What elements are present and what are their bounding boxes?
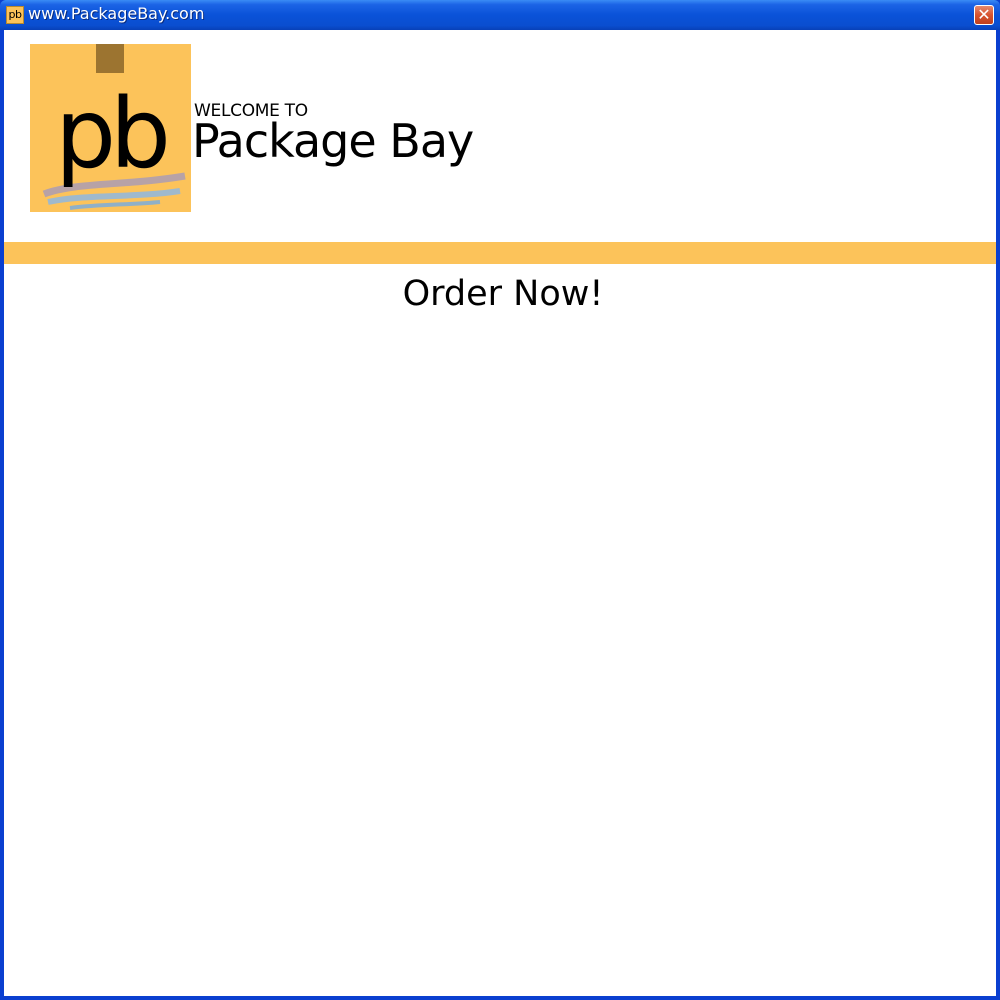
package-bay-logo: pb (30, 44, 191, 212)
close-button[interactable]: ✕ (974, 5, 994, 25)
app-icon: pb (6, 6, 24, 24)
client-area: pb WELCOME TO Package Bay Order Now! (4, 30, 996, 996)
app-window: pb www.PackageBay.com ✕ pb WELCOME TO Pa… (0, 0, 1000, 1000)
title-bar[interactable]: pb www.PackageBay.com ✕ (0, 0, 1000, 30)
brand-name: Package Bay (192, 114, 474, 168)
window-title: www.PackageBay.com (28, 4, 205, 23)
accent-band (4, 242, 996, 264)
logo-monogram: pb (55, 78, 166, 190)
order-heading: Order Now! (402, 274, 604, 314)
